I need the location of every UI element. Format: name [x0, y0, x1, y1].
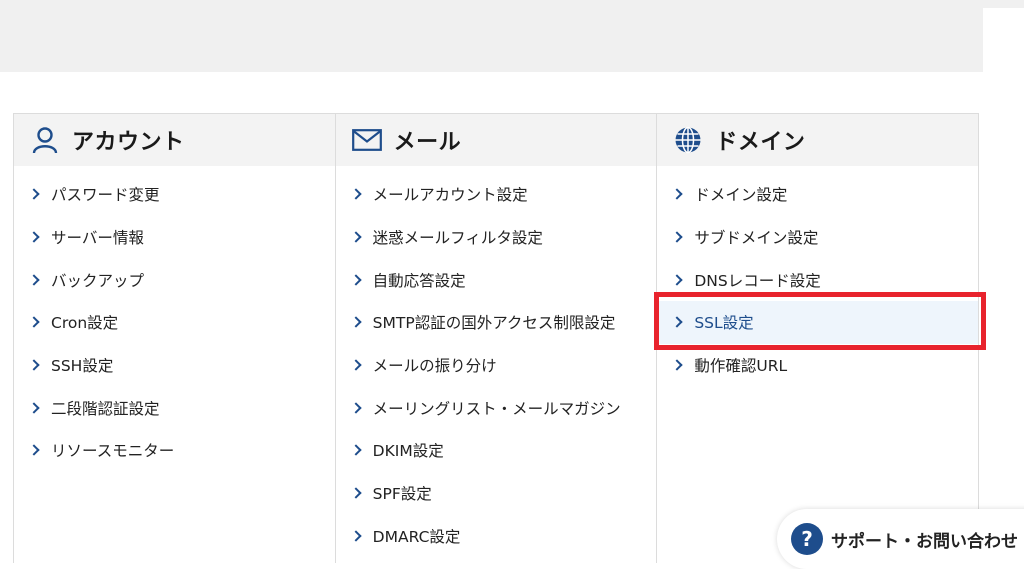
menu-item-label: メーリングリスト・メールマガジン — [372, 399, 621, 418]
menu-item-label: バックアップ — [51, 271, 145, 290]
mail-title: メール — [393, 130, 462, 155]
menu-item-subdomain[interactable]: サブドメイン設定 — [657, 216, 978, 259]
chevron-right-icon — [28, 444, 40, 457]
menu-item-password-change[interactable]: パスワード変更 — [14, 173, 335, 216]
chevron-right-icon — [350, 444, 362, 457]
menu-item-check-url[interactable]: 動作確認URL — [657, 344, 978, 387]
chevron-right-icon — [28, 274, 40, 286]
menu-item-server-info[interactable]: サーバー情報 — [14, 216, 335, 259]
menu-item-two-factor[interactable]: 二段階認証設定 — [14, 386, 335, 429]
menu-item-domain-settings[interactable]: ドメイン設定 — [657, 173, 978, 216]
chevron-right-icon — [350, 274, 362, 286]
mail-header: メール — [335, 114, 657, 166]
menu-item-label: 迷惑メールフィルタ設定 — [372, 229, 543, 248]
account-header: アカウント — [14, 114, 335, 166]
menu-item-mail-sorting[interactable]: メールの振り分け — [336, 344, 657, 387]
domain-menu: ドメイン設定 サブドメイン設定 DNSレコード設定 SSL設定 動作確認URL — [657, 166, 979, 387]
account-column: アカウント パスワード変更 サーバー情報 バックアップ Cron設定 SSH設定… — [14, 114, 336, 563]
menu-item-label: DMARC設定 — [372, 527, 461, 546]
menu-item-ssl[interactable]: SSL設定 — [657, 301, 979, 344]
menu-item-label: DNSレコード設定 — [694, 271, 821, 290]
chevron-right-icon — [28, 316, 40, 329]
chevron-right-icon — [350, 316, 362, 329]
menu-item-label: SSH設定 — [51, 357, 114, 376]
menu-item-mailing-list[interactable]: メーリングリスト・メールマガジン — [336, 386, 657, 429]
menu-item-label: SPF設定 — [372, 485, 432, 504]
user-icon — [30, 125, 60, 155]
menu-item-dns-record[interactable]: DNSレコード設定 — [657, 258, 978, 301]
domain-header: ドメイン — [657, 114, 979, 166]
menu-item-label: Cron設定 — [51, 314, 119, 333]
mail-icon — [351, 125, 382, 155]
menu-item-cron[interactable]: Cron設定 — [14, 301, 335, 344]
menu-item-label: リソースモニター — [51, 442, 175, 461]
menu-item-label: SSL設定 — [694, 314, 754, 333]
menu-item-label: サブドメイン設定 — [694, 229, 819, 248]
account-menu: パスワード変更 サーバー情報 バックアップ Cron設定 SSH設定 二段階認証… — [14, 166, 335, 472]
menu-item-spam-filter[interactable]: 迷惑メールフィルタ設定 — [336, 216, 657, 259]
menu-item-mail-account[interactable]: メールアカウント設定 — [336, 173, 657, 216]
chevron-right-icon — [671, 359, 684, 371]
top-banner — [0, 0, 983, 72]
chevron-right-icon — [28, 402, 40, 414]
chevron-right-icon — [350, 231, 362, 243]
menu-item-label: SMTP認証の国外アクセス制限設定 — [372, 314, 616, 333]
menu-item-label: DKIM設定 — [372, 442, 444, 461]
chevron-right-icon — [671, 188, 684, 201]
menu-columns: アカウント パスワード変更 サーバー情報 バックアップ Cron設定 SSH設定… — [13, 113, 980, 563]
support-button[interactable]: ? サポート・お問い合わせ — [777, 509, 1024, 569]
chevron-right-icon — [350, 402, 362, 414]
menu-item-ssh[interactable]: SSH設定 — [14, 344, 335, 387]
menu-item-spf[interactable]: SPF設定 — [336, 472, 657, 515]
mail-menu: メールアカウント設定 迷惑メールフィルタ設定 自動応答設定 SMTP認証の国外ア… — [336, 166, 657, 557]
mail-column: メール メールアカウント設定 迷惑メールフィルタ設定 自動応答設定 SMTP認証… — [335, 114, 658, 563]
account-title: アカウント — [72, 130, 185, 155]
chevron-right-icon — [350, 487, 362, 499]
menu-item-label: 自動応答設定 — [372, 271, 466, 290]
menu-item-label: メールアカウント設定 — [372, 186, 528, 205]
menu-item-label: メールの振り分け — [372, 357, 497, 376]
menu-item-auto-reply[interactable]: 自動応答設定 — [336, 258, 657, 301]
menu-item-resource-monitor[interactable]: リソースモニター — [14, 429, 335, 472]
chevron-right-icon — [671, 231, 684, 243]
globe-icon — [673, 125, 703, 155]
menu-item-label: ドメイン設定 — [694, 186, 788, 205]
menu-item-label: サーバー情報 — [51, 229, 144, 248]
menu-item-dmarc[interactable]: DMARC設定 — [336, 515, 657, 558]
chevron-right-icon — [28, 359, 40, 371]
chevron-right-icon — [350, 359, 362, 371]
chevron-right-icon — [28, 231, 40, 243]
menu-item-dkim[interactable]: DKIM設定 — [336, 429, 657, 472]
menu-item-smtp-restriction[interactable]: SMTP認証の国外アクセス制限設定 — [336, 301, 657, 344]
support-label: サポート・お問い合わせ — [831, 531, 1018, 552]
chevron-right-icon — [671, 316, 684, 329]
chevron-right-icon — [28, 188, 40, 201]
chevron-right-icon — [350, 188, 362, 201]
menu-item-label: パスワード変更 — [51, 186, 160, 205]
domain-column: ドメイン ドメイン設定 サブドメイン設定 DNSレコード設定 SSL設定 動作確… — [657, 114, 980, 563]
domain-title: ドメイン — [715, 130, 806, 155]
chevron-right-icon — [350, 530, 362, 542]
menu-item-label: 動作確認URL — [694, 357, 788, 376]
menu-item-backup[interactable]: バックアップ — [14, 258, 335, 301]
menu-item-label: 二段階認証設定 — [51, 399, 160, 418]
chevron-right-icon — [671, 274, 684, 286]
question-icon: ? — [791, 523, 823, 555]
